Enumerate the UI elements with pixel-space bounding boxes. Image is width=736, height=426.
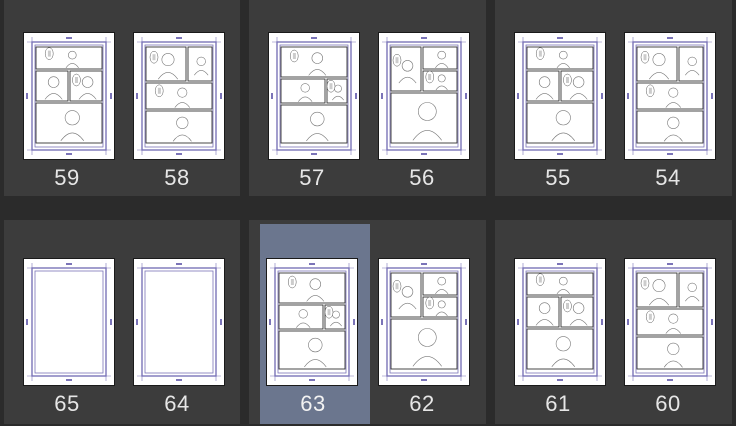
page-preview	[624, 258, 716, 386]
page-number: 61	[545, 391, 571, 416]
page-preview	[514, 32, 606, 160]
page-thumbnail[interactable]: 64	[122, 226, 232, 426]
page-thumbnail[interactable]: 59	[12, 0, 122, 200]
spread-63-62[interactable]: 63 62	[249, 220, 486, 424]
page-art	[627, 263, 713, 381]
spread-61-60[interactable]: 61 60	[495, 220, 732, 424]
page-preview	[624, 32, 716, 160]
page-art	[627, 37, 713, 155]
page-number: 60	[655, 391, 681, 416]
page-number: 65	[54, 391, 80, 416]
page-thumbnail[interactable]: 62	[367, 226, 477, 426]
page-number: 59	[54, 165, 80, 190]
spread-55-54[interactable]: 55 54	[495, 0, 732, 196]
page-art	[136, 263, 222, 381]
page-number: 56	[409, 165, 435, 190]
page-art	[26, 37, 112, 155]
page-thumbnail[interactable]: 61	[503, 226, 613, 426]
page-number: 63	[300, 391, 326, 416]
page-thumbnail[interactable]: 57	[257, 0, 367, 200]
page-art	[517, 263, 603, 381]
page-number: 64	[164, 391, 190, 416]
page-preview	[133, 32, 225, 160]
spread-59-58[interactable]: 59 58	[4, 0, 240, 196]
page-preview	[378, 32, 470, 160]
page-preview	[23, 32, 115, 160]
page-thumbnail[interactable]: 54	[613, 0, 723, 200]
page-number: 57	[299, 165, 325, 190]
page-art	[381, 37, 467, 155]
page-art	[517, 37, 603, 155]
page-thumbnail[interactable]: 65	[12, 226, 122, 426]
page-art	[269, 263, 355, 381]
page-art	[381, 263, 467, 381]
page-art	[271, 37, 357, 155]
page-preview	[268, 32, 360, 160]
spread-65-64[interactable]: 65 64	[4, 220, 240, 424]
spread-57-56[interactable]: 57 56	[249, 0, 486, 196]
page-thumbnail[interactable]: 60	[613, 226, 723, 426]
page-thumbnail[interactable]: 56	[367, 0, 477, 200]
page-number: 62	[409, 391, 435, 416]
page-number: 54	[655, 165, 681, 190]
page-preview	[23, 258, 115, 386]
page-art	[26, 263, 112, 381]
page-thumbnail[interactable]: 58	[122, 0, 232, 200]
page-number: 55	[545, 165, 571, 190]
page-preview	[133, 258, 225, 386]
page-thumbnail-selected[interactable]: 63	[260, 224, 370, 424]
page-number: 58	[164, 165, 190, 190]
page-preview	[378, 258, 470, 386]
page-thumbnail[interactable]: 55	[503, 0, 613, 200]
page-preview	[514, 258, 606, 386]
page-preview	[266, 258, 358, 386]
page-art	[136, 37, 222, 155]
